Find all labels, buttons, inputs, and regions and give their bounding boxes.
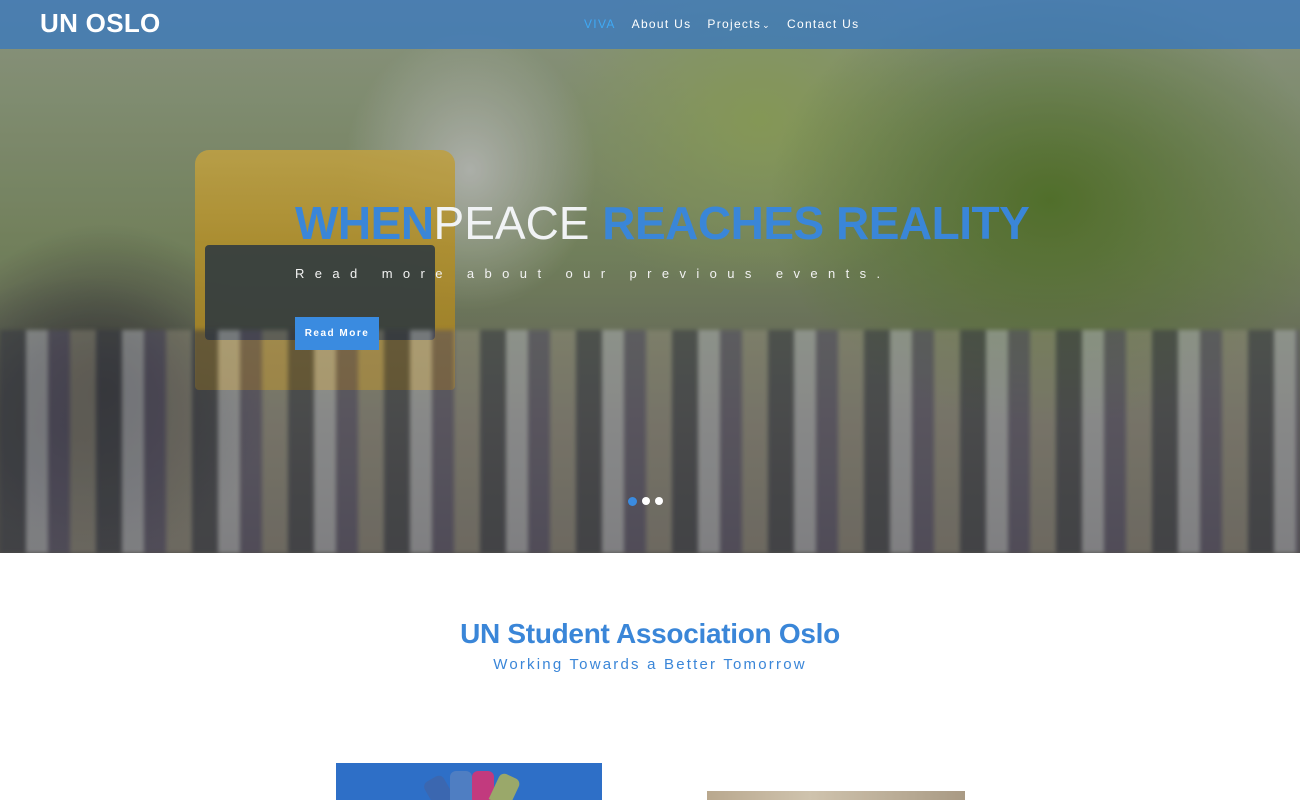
- hero-subline: Read more about our previous events.: [295, 266, 891, 281]
- hero-headline-part3: REACHES REALITY: [602, 197, 1030, 249]
- read-more-button[interactable]: Read More: [295, 317, 379, 350]
- sdg-wheel-image[interactable]: [336, 763, 602, 800]
- carousel-dot-1[interactable]: [628, 496, 637, 506]
- chevron-down-icon: ⌄: [762, 20, 772, 30]
- section-subtitle: Working Towards a Better Tomorrow: [493, 656, 807, 673]
- hero-headline-part1: WHEN: [295, 197, 434, 249]
- carousel-dot-2[interactable]: [642, 497, 650, 505]
- brand-logo[interactable]: UN OSLO: [40, 8, 161, 39]
- section-title: UN Student Association Oslo: [460, 618, 840, 649]
- nav-item-about-us[interactable]: About Us: [632, 17, 692, 31]
- nav-item-projects-label: Projects: [707, 17, 762, 31]
- sdg-segment: [450, 771, 472, 800]
- main-nav: VIVA About Us Projects⌄ Contact Us: [584, 17, 875, 31]
- carousel-indicators: [628, 496, 663, 506]
- nav-item-viva[interactable]: VIVA: [584, 17, 616, 31]
- nav-item-contact-us[interactable]: Contact Us: [787, 17, 859, 31]
- top-navbar: UN OSLO VIVA About Us Projects⌄ Contact …: [0, 0, 1300, 49]
- carousel-dot-3[interactable]: [655, 497, 663, 505]
- hero-headline-part2: PEACE: [433, 197, 603, 249]
- hero-banner: WHENPEACE REACHES REALITY Read more abou…: [0, 0, 1300, 553]
- hero-headline: WHENPEACE REACHES REALITY: [295, 196, 1030, 250]
- event-photo-image[interactable]: [707, 791, 965, 800]
- nav-item-projects[interactable]: Projects⌄: [707, 17, 771, 31]
